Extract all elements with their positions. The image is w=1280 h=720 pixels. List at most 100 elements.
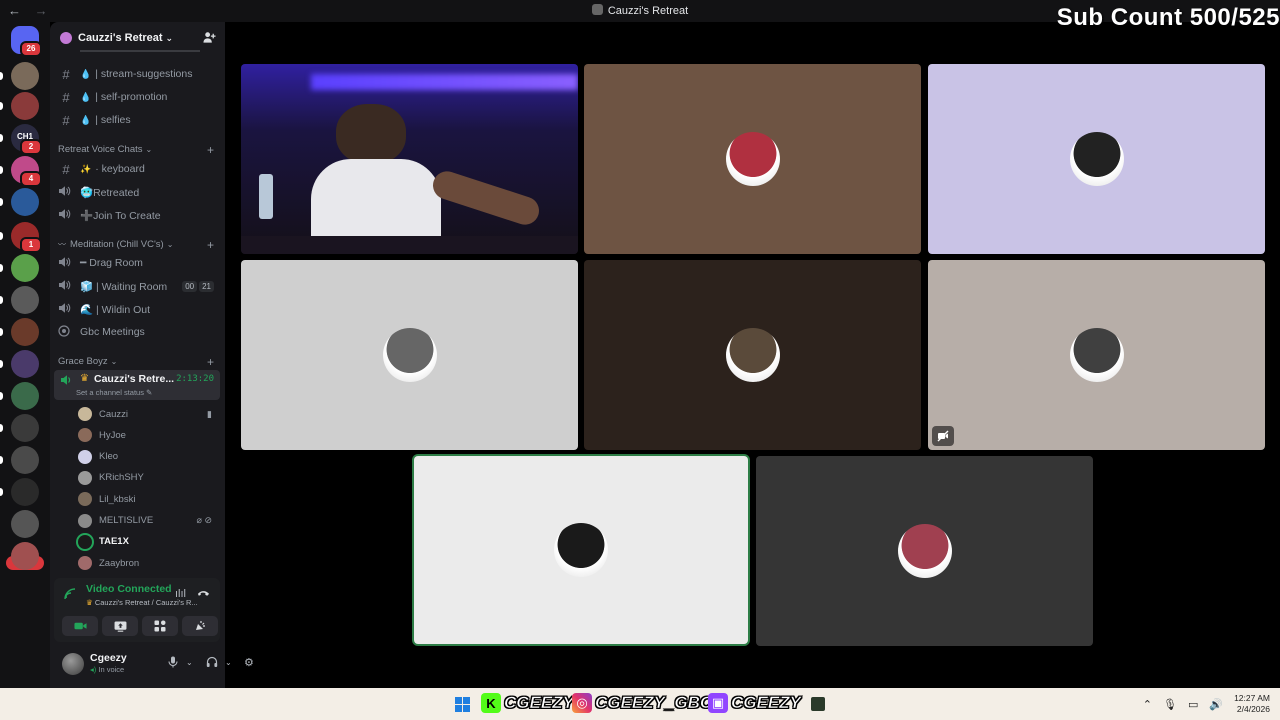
server-icon[interactable] xyxy=(11,414,39,442)
voice-channel[interactable]: # ✨ · keyboard xyxy=(58,159,220,179)
voice-channel[interactable]: Gbc Meetings xyxy=(58,322,220,342)
member-name: Kleo xyxy=(99,451,119,463)
speaker-icon xyxy=(58,256,74,271)
windows-start-icon[interactable] xyxy=(455,697,470,712)
add-channel-icon[interactable]: + xyxy=(207,238,214,252)
voice-channel[interactable]: ━ Drag Room xyxy=(58,253,220,273)
microphone-icon[interactable]: 🎙 xyxy=(1163,698,1177,711)
server-icon[interactable] xyxy=(11,286,39,314)
signal-icon[interactable] xyxy=(64,588,76,603)
server-icon[interactable]: 4 xyxy=(11,156,42,187)
speaker-icon xyxy=(58,208,74,223)
voice-member[interactable]: Lil_kbski xyxy=(78,490,218,508)
voice-connection-panel: Video Connected ♛ Cauzzi's Retreat / Cau… xyxy=(54,578,220,642)
soundboard-button[interactable] xyxy=(182,616,218,636)
crown-icon: ♛ xyxy=(86,598,95,607)
server-icon[interactable] xyxy=(11,382,39,410)
participant-tile[interactable] xyxy=(584,64,921,254)
activities-button[interactable] xyxy=(142,616,178,636)
category-meditation[interactable]: 〰 Meditation (Chill VC's) ⌄ + xyxy=(58,238,220,252)
invite-people-icon[interactable] xyxy=(203,31,216,47)
server-icon[interactable]: 1 xyxy=(11,222,42,253)
add-channel-icon[interactable]: + xyxy=(207,355,214,369)
hash-icon: # xyxy=(62,112,70,128)
voice-member[interactable]: TAE1X xyxy=(78,533,218,551)
participant-tile[interactable] xyxy=(584,260,921,450)
channel-name: ➕Join To Create xyxy=(80,209,161,222)
terminal-app-icon[interactable] xyxy=(811,697,825,711)
chevron-down-icon[interactable]: ⌄ xyxy=(186,658,193,667)
server-icon[interactable]: CH1 2 xyxy=(11,124,42,155)
unread-pill xyxy=(0,72,3,80)
unread-pill xyxy=(0,456,3,464)
disconnect-icon[interactable] xyxy=(197,587,210,601)
server-icon[interactable] xyxy=(11,510,39,538)
user-avatar[interactable] xyxy=(62,653,84,675)
server-icon[interactable] xyxy=(11,254,39,282)
active-voice-channel[interactable]: ♛ Cauzzi's Retre... 2:13:20 Set a channe… xyxy=(54,370,220,400)
headphones-icon[interactable] xyxy=(206,656,218,671)
category-grace-boyz[interactable]: Grace Boyz ⌄ + xyxy=(58,355,220,369)
participant-tile[interactable] xyxy=(928,260,1265,450)
instagram-handle: ◎ CGEEZY_GBC xyxy=(572,693,712,713)
server-icon[interactable] xyxy=(11,446,39,474)
user-status: ◂) In voice xyxy=(90,665,124,674)
user-name[interactable]: Cgeezy xyxy=(90,652,127,664)
bottle xyxy=(259,174,273,219)
arm xyxy=(429,167,543,229)
scrolled-channel xyxy=(58,48,220,54)
channel-status[interactable]: Set a channel status ✎ xyxy=(76,388,152,397)
add-channel-icon[interactable]: + xyxy=(207,143,214,157)
category-retreat-voice[interactable]: Retreat Voice Chats ⌄ + xyxy=(58,143,220,157)
unread-pill xyxy=(0,166,3,174)
server-icon[interactable] xyxy=(11,478,39,506)
voice-member[interactable]: KRichSHY xyxy=(78,469,218,487)
settings-gear-icon[interactable]: ⚙ xyxy=(244,656,254,669)
voice-member[interactable]: HyJoe xyxy=(78,426,218,444)
participant-tile[interactable] xyxy=(414,456,748,644)
text-channel[interactable]: # 💧 | selfies xyxy=(58,110,220,130)
soundboard-icon xyxy=(196,621,205,630)
category-label: Meditation (Chill VC's) xyxy=(70,239,164,250)
video-icon: ▮ xyxy=(207,408,212,419)
unread-pill xyxy=(0,488,3,496)
chevron-up-icon[interactable]: ⌃ xyxy=(1143,698,1152,711)
participant-tile[interactable] xyxy=(241,260,578,450)
speaker-icon[interactable]: 🔊 xyxy=(1209,698,1223,711)
server-icon[interactable] xyxy=(11,188,39,216)
chevron-down-icon: ⌄ xyxy=(110,357,118,366)
server-icon[interactable] xyxy=(11,318,39,346)
chevron-down-icon[interactable]: ⌄ xyxy=(225,658,232,667)
network-icon[interactable]: ▭ xyxy=(1188,698,1198,711)
participant-avatar xyxy=(554,523,608,577)
avatar xyxy=(78,470,92,485)
video-stream-tile[interactable] xyxy=(241,64,578,254)
server-icon[interactable] xyxy=(11,92,39,120)
voice-member[interactable]: Zaaybron xyxy=(78,554,218,572)
screen-share-button[interactable] xyxy=(102,616,138,636)
participant-tile[interactable] xyxy=(756,456,1093,646)
voice-channel[interactable]: 🥶Retreated xyxy=(58,182,220,202)
text-channel[interactable]: # 💧 | self-promotion xyxy=(58,87,220,107)
avatar xyxy=(78,449,92,464)
participant-avatar xyxy=(1069,132,1124,186)
server-icon[interactable]: 26 xyxy=(11,26,42,57)
server-icon[interactable] xyxy=(11,542,39,570)
voice-member[interactable]: MELTISLIVE ⌀ ⊘ xyxy=(78,512,218,530)
participant-tile[interactable] xyxy=(928,64,1265,254)
voice-channel[interactable]: 🧊 | Waiting Room 00 21 xyxy=(58,276,220,296)
camera-button[interactable] xyxy=(62,616,98,636)
voice-member[interactable]: Cauzzi ▮ xyxy=(78,405,218,423)
voice-channel[interactable]: 🌊 | Wildin Out xyxy=(58,299,220,319)
text-channel[interactable]: # 💧 | stream-suggestions xyxy=(58,64,220,84)
voice-channel[interactable]: ➕Join To Create xyxy=(58,205,220,225)
voice-member[interactable]: Kleo xyxy=(78,448,218,466)
unread-badge: 4 xyxy=(20,171,42,187)
avatar xyxy=(78,556,92,571)
clock[interactable]: 12:27 AM 2/4/2026 xyxy=(1234,693,1270,715)
participant-avatar xyxy=(1069,328,1124,382)
server-icon[interactable] xyxy=(11,350,39,378)
microphone-icon[interactable] xyxy=(168,656,178,671)
server-icon[interactable] xyxy=(11,62,39,90)
noise-suppression-icon[interactable]: ılıl xyxy=(175,588,186,600)
